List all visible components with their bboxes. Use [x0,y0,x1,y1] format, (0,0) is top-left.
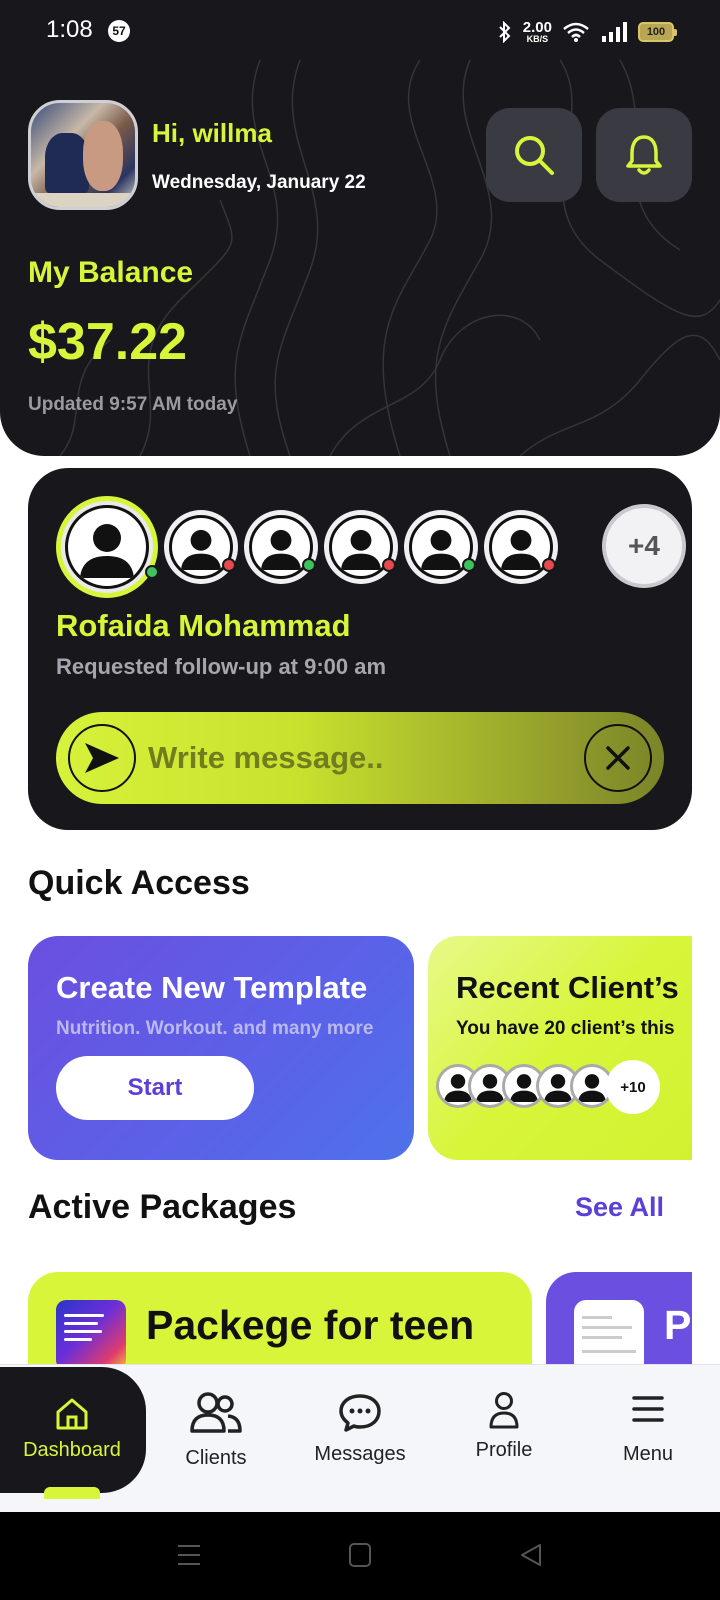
client-avatar-row: +4 [56,496,686,598]
person-icon [420,529,462,571]
active-packages-title: Active Packages [28,1188,297,1226]
date-text: Wednesday, January 22 [152,172,366,193]
header-panel: 1:08 57 2.00 KB/S 100 Hi, willma Wednesd… [0,0,720,456]
status-dot [542,558,556,572]
system-navigation-bar [0,1512,720,1600]
signal-icon [602,22,627,42]
package-title: Packege for teen [146,1302,475,1348]
wifi-icon [563,22,589,42]
client-request-card: +4 Rofaida Mohammad Requested follow-up … [28,468,692,830]
client-avatar[interactable] [404,510,478,584]
speed-value: 2.00 [522,19,552,36]
battery-icon: 100 [638,22,677,42]
start-button[interactable]: Start [56,1056,254,1120]
status-dot [145,565,159,579]
balance-updated-text: Updated 9:57 AM today [28,394,238,415]
network-speed: 2.00 KB/S [523,20,552,44]
package-thumbnail [56,1300,126,1370]
recent-apps-icon[interactable] [176,1542,202,1568]
more-clients-badge[interactable]: +4 [602,504,686,588]
users-icon [190,1392,242,1433]
client-avatar-selected[interactable] [56,496,159,598]
user-avatar[interactable] [28,100,138,210]
status-bar: 1:08 57 2.00 KB/S 100 [0,0,720,64]
search-button[interactable] [486,108,582,202]
notification-count-badge: 57 [108,20,130,42]
status-dot [222,558,236,572]
notifications-button[interactable] [596,108,692,202]
status-dot [462,558,476,572]
nav-label: Messages [314,1443,406,1465]
greeting-text: Hi, willma [152,118,272,148]
nav-clients[interactable]: Clients [144,1365,288,1513]
dismiss-button[interactable] [584,724,652,792]
bell-icon [626,135,662,175]
person-icon [500,529,542,571]
user-icon [489,1392,519,1429]
nav-dashboard[interactable]: Dashboard [0,1365,144,1513]
search-icon [515,136,554,175]
person-icon [578,1074,606,1102]
status-dot [382,558,396,572]
chat-icon [339,1394,381,1432]
nav-label: Dashboard [23,1439,121,1461]
nav-label: Clients [185,1447,247,1469]
back-icon[interactable] [518,1542,544,1568]
client-name: Rofaida Mohammad [56,608,351,643]
nav-label: Profile [475,1439,533,1461]
nav-profile[interactable]: Profile [432,1365,576,1513]
topographic-background [59,59,720,456]
nav-label: Menu [622,1443,674,1465]
see-all-link[interactable]: See All [575,1192,664,1223]
client-avatar[interactable] [484,510,558,584]
recent-clients-title: Recent Client’s [456,970,679,1005]
client-avatar[interactable] [244,510,318,584]
home-button-icon[interactable] [348,1542,372,1568]
recent-clients-subtitle: You have 20 client’s this [456,1018,675,1039]
person-icon [80,524,134,578]
nav-menu[interactable]: Menu [576,1365,720,1513]
active-indicator [44,1487,100,1499]
recent-client-avatars: +10 [436,1060,692,1114]
close-icon [606,746,630,770]
menu-icon [632,1396,664,1422]
speed-unit: KB/S [526,34,549,44]
person-icon [340,529,382,571]
create-template-card[interactable]: Create New Template Nutrition. Workout. … [28,936,414,1160]
package-title: P [664,1302,692,1348]
client-avatar[interactable] [164,510,238,584]
recent-clients-card[interactable]: Recent Client’s You have 20 client’s thi… [428,936,692,1160]
create-template-title: Create New Template [56,970,368,1005]
home-icon [56,1398,88,1430]
message-input[interactable] [148,732,548,784]
balance-label: My Balance [28,256,194,289]
status-icons: 2.00 KB/S 100 [497,18,677,46]
bottom-navigation: Dashboard Clients Messages Profile Menu [0,1364,720,1512]
status-time: 1:08 [46,16,93,43]
create-template-subtitle: Nutrition. Workout. and many more [56,1018,374,1039]
status-dot [302,558,316,572]
nav-messages[interactable]: Messages [288,1365,432,1513]
balance-value: $37.22 [28,313,188,371]
bluetooth-icon [499,21,511,43]
client-avatar[interactable] [324,510,398,584]
more-recent-clients-badge: +10 [606,1060,660,1114]
person-icon [180,529,222,571]
send-button[interactable] [68,724,136,792]
send-icon [85,743,119,773]
quick-access-title: Quick Access [28,864,250,902]
message-bar [56,712,664,804]
request-text: Requested follow-up at 9:00 am [56,654,387,679]
person-icon [260,529,302,571]
